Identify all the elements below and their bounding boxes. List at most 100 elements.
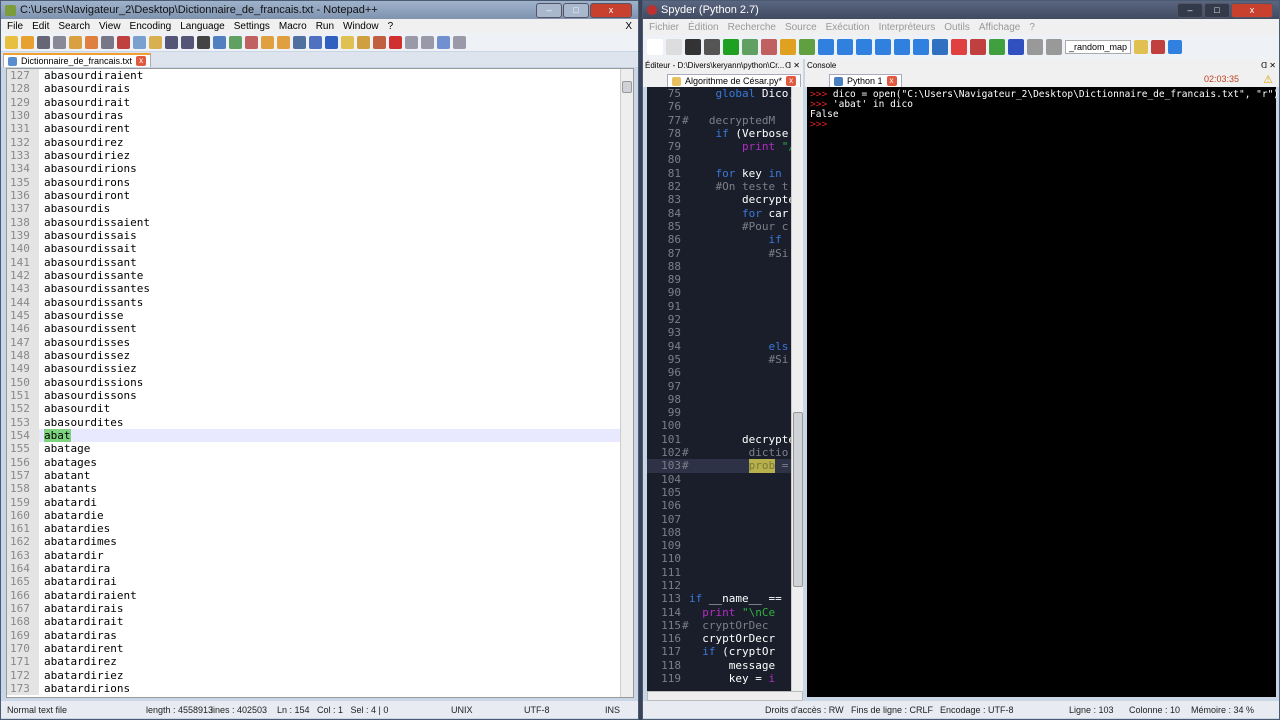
close-tab-icon[interactable]: x <box>136 56 147 66</box>
toolbar-button-icon[interactable] <box>1168 40 1183 54</box>
toolbar-button-icon[interactable] <box>69 35 82 49</box>
comment-marker: # <box>682 618 689 632</box>
toolbar-button-icon[interactable] <box>1046 39 1062 55</box>
toolbar-button-icon[interactable] <box>245 35 258 49</box>
menu-language[interactable]: Language <box>180 21 225 32</box>
menu-view[interactable]: View <box>99 21 121 32</box>
toolbar-button-icon[interactable] <box>341 35 354 49</box>
toolbar-button-icon[interactable] <box>101 35 114 49</box>
minimize-button[interactable]: – <box>536 2 562 18</box>
toolbar-button-icon[interactable] <box>1008 39 1024 55</box>
toolbar-button-icon[interactable] <box>405 35 418 49</box>
scroll-thumb[interactable] <box>622 81 632 93</box>
menu-macro[interactable]: Macro <box>279 21 307 32</box>
close-button[interactable]: x <box>590 2 632 18</box>
toolbar-button-icon[interactable] <box>357 35 370 49</box>
tab-algorithme-de-cesar[interactable]: Algorithme de César.py* x <box>667 74 802 87</box>
toolbar-button-icon[interactable] <box>325 35 338 49</box>
toolbar-button-icon[interactable] <box>229 35 242 49</box>
toolbar-button-icon[interactable] <box>309 35 322 49</box>
menu-settings[interactable]: Settings <box>234 21 270 32</box>
toolbar-button-icon[interactable] <box>647 39 663 55</box>
toolbar-button-icon[interactable] <box>1134 40 1149 54</box>
toolbar-button-icon[interactable] <box>133 35 146 49</box>
close-tab-icon[interactable]: x <box>786 76 797 86</box>
toolbar-button-icon[interactable] <box>213 35 226 49</box>
toolbar-button-icon[interactable] <box>85 35 98 49</box>
maximize-button[interactable]: □ <box>563 2 589 18</box>
horizontal-scrollbar[interactable] <box>647 691 803 701</box>
toolbar-button-icon[interactable] <box>37 35 50 49</box>
toolbar-button-icon[interactable] <box>989 39 1005 55</box>
toolbar-button-icon[interactable] <box>818 39 834 55</box>
minimize-button[interactable]: – <box>1177 2 1203 18</box>
menu-item[interactable]: Outils <box>944 22 970 33</box>
toolbar-button-icon[interactable] <box>742 39 758 55</box>
tab-dictionnaire[interactable]: Dictionnaire_de_francais.txt x <box>3 53 152 67</box>
toolbar-button-icon[interactable] <box>875 39 891 55</box>
toolbar-button-icon[interactable] <box>293 35 306 49</box>
close-document-button[interactable]: X <box>625 21 632 32</box>
toolbar-button-icon[interactable] <box>951 39 967 55</box>
menu-window[interactable]: Window <box>343 21 379 32</box>
toolbar-button-icon[interactable] <box>437 35 450 49</box>
close-tab-icon[interactable]: x <box>886 76 897 86</box>
toolbar-button-icon[interactable] <box>149 35 162 49</box>
toolbar-button-icon[interactable] <box>761 39 777 55</box>
menu-item[interactable]: Exécution <box>826 22 870 33</box>
menu-search[interactable]: Search <box>58 21 90 32</box>
toolbar-button-icon[interactable] <box>894 39 910 55</box>
toolbar-button-icon[interactable] <box>421 35 434 49</box>
toolbar-button-icon[interactable] <box>117 35 130 49</box>
toolbar-button-icon[interactable] <box>53 35 66 49</box>
toolbar-button-icon[interactable] <box>21 35 34 49</box>
menu-item[interactable]: Source <box>785 22 817 33</box>
toolbar-button-icon[interactable] <box>165 35 178 49</box>
tab-python-1[interactable]: Python 1 x <box>829 74 902 87</box>
maximize-button[interactable]: □ <box>1204 2 1230 18</box>
scroll-thumb[interactable] <box>793 412 803 587</box>
undock-close-icon[interactable]: ᗡ ✕ <box>785 61 800 70</box>
toolbar-button-icon[interactable] <box>666 39 682 55</box>
close-button[interactable]: x <box>1231 2 1273 18</box>
menu-edit[interactable]: Edit <box>32 21 49 32</box>
toolbar-button-icon[interactable] <box>277 35 290 49</box>
toolbar-button-icon[interactable] <box>970 39 986 55</box>
menu-item[interactable]: Affichage <box>979 22 1021 33</box>
menu-file[interactable]: File <box>7 21 23 32</box>
menu-item[interactable]: Édition <box>688 22 719 33</box>
menu-item[interactable]: Recherche <box>728 22 776 33</box>
menu-item[interactable]: ? <box>1029 22 1035 33</box>
menu-encoding[interactable]: Encoding <box>130 21 172 32</box>
toolbar-button-icon[interactable] <box>780 39 796 55</box>
toolbar-button-icon[interactable] <box>197 35 210 49</box>
text-editor[interactable]: 127 abasourdiraient 128 abasourdirais 129 aba… <box>6 68 634 698</box>
toolbar-button-icon[interactable] <box>799 39 815 55</box>
toolbar-button-icon[interactable] <box>913 39 929 55</box>
toolbar-button-icon[interactable] <box>856 39 872 55</box>
undock-icon[interactable]: ᗡ ✕ <box>1261 61 1276 70</box>
toolbar-button-icon[interactable] <box>932 39 948 55</box>
line-number: 141 <box>7 255 39 269</box>
python-console[interactable]: >>> dico = open("C:\Users\Navigateur_2\D… <box>807 87 1279 697</box>
toolbar-button-icon[interactable] <box>723 39 739 55</box>
code-editor[interactable]: 75 global Dico, 76 77 # decryptedM 78 if (Ve… <box>647 87 803 691</box>
vertical-scrollbar[interactable] <box>791 87 803 691</box>
toolbar-button-icon[interactable] <box>837 39 853 55</box>
working-directory-combo[interactable]: _random_map <box>1065 40 1132 54</box>
menu-item[interactable]: Interpréteurs <box>879 22 936 33</box>
menu-item[interactable]: Fichier <box>649 22 679 33</box>
menu-[interactable]: ? <box>388 21 394 32</box>
toolbar-button-icon[interactable] <box>1151 40 1166 54</box>
vertical-scrollbar[interactable] <box>620 69 633 697</box>
toolbar-button-icon[interactable] <box>704 39 720 55</box>
toolbar-button-icon[interactable] <box>1027 39 1043 55</box>
toolbar-button-icon[interactable] <box>453 35 466 49</box>
toolbar-button-icon[interactable] <box>261 35 274 49</box>
toolbar-button-icon[interactable] <box>685 39 701 55</box>
toolbar-button-icon[interactable] <box>181 35 194 49</box>
menu-run[interactable]: Run <box>316 21 334 32</box>
toolbar-button-icon[interactable] <box>389 35 402 49</box>
toolbar-button-icon[interactable] <box>5 35 18 49</box>
toolbar-button-icon[interactable] <box>373 35 386 49</box>
